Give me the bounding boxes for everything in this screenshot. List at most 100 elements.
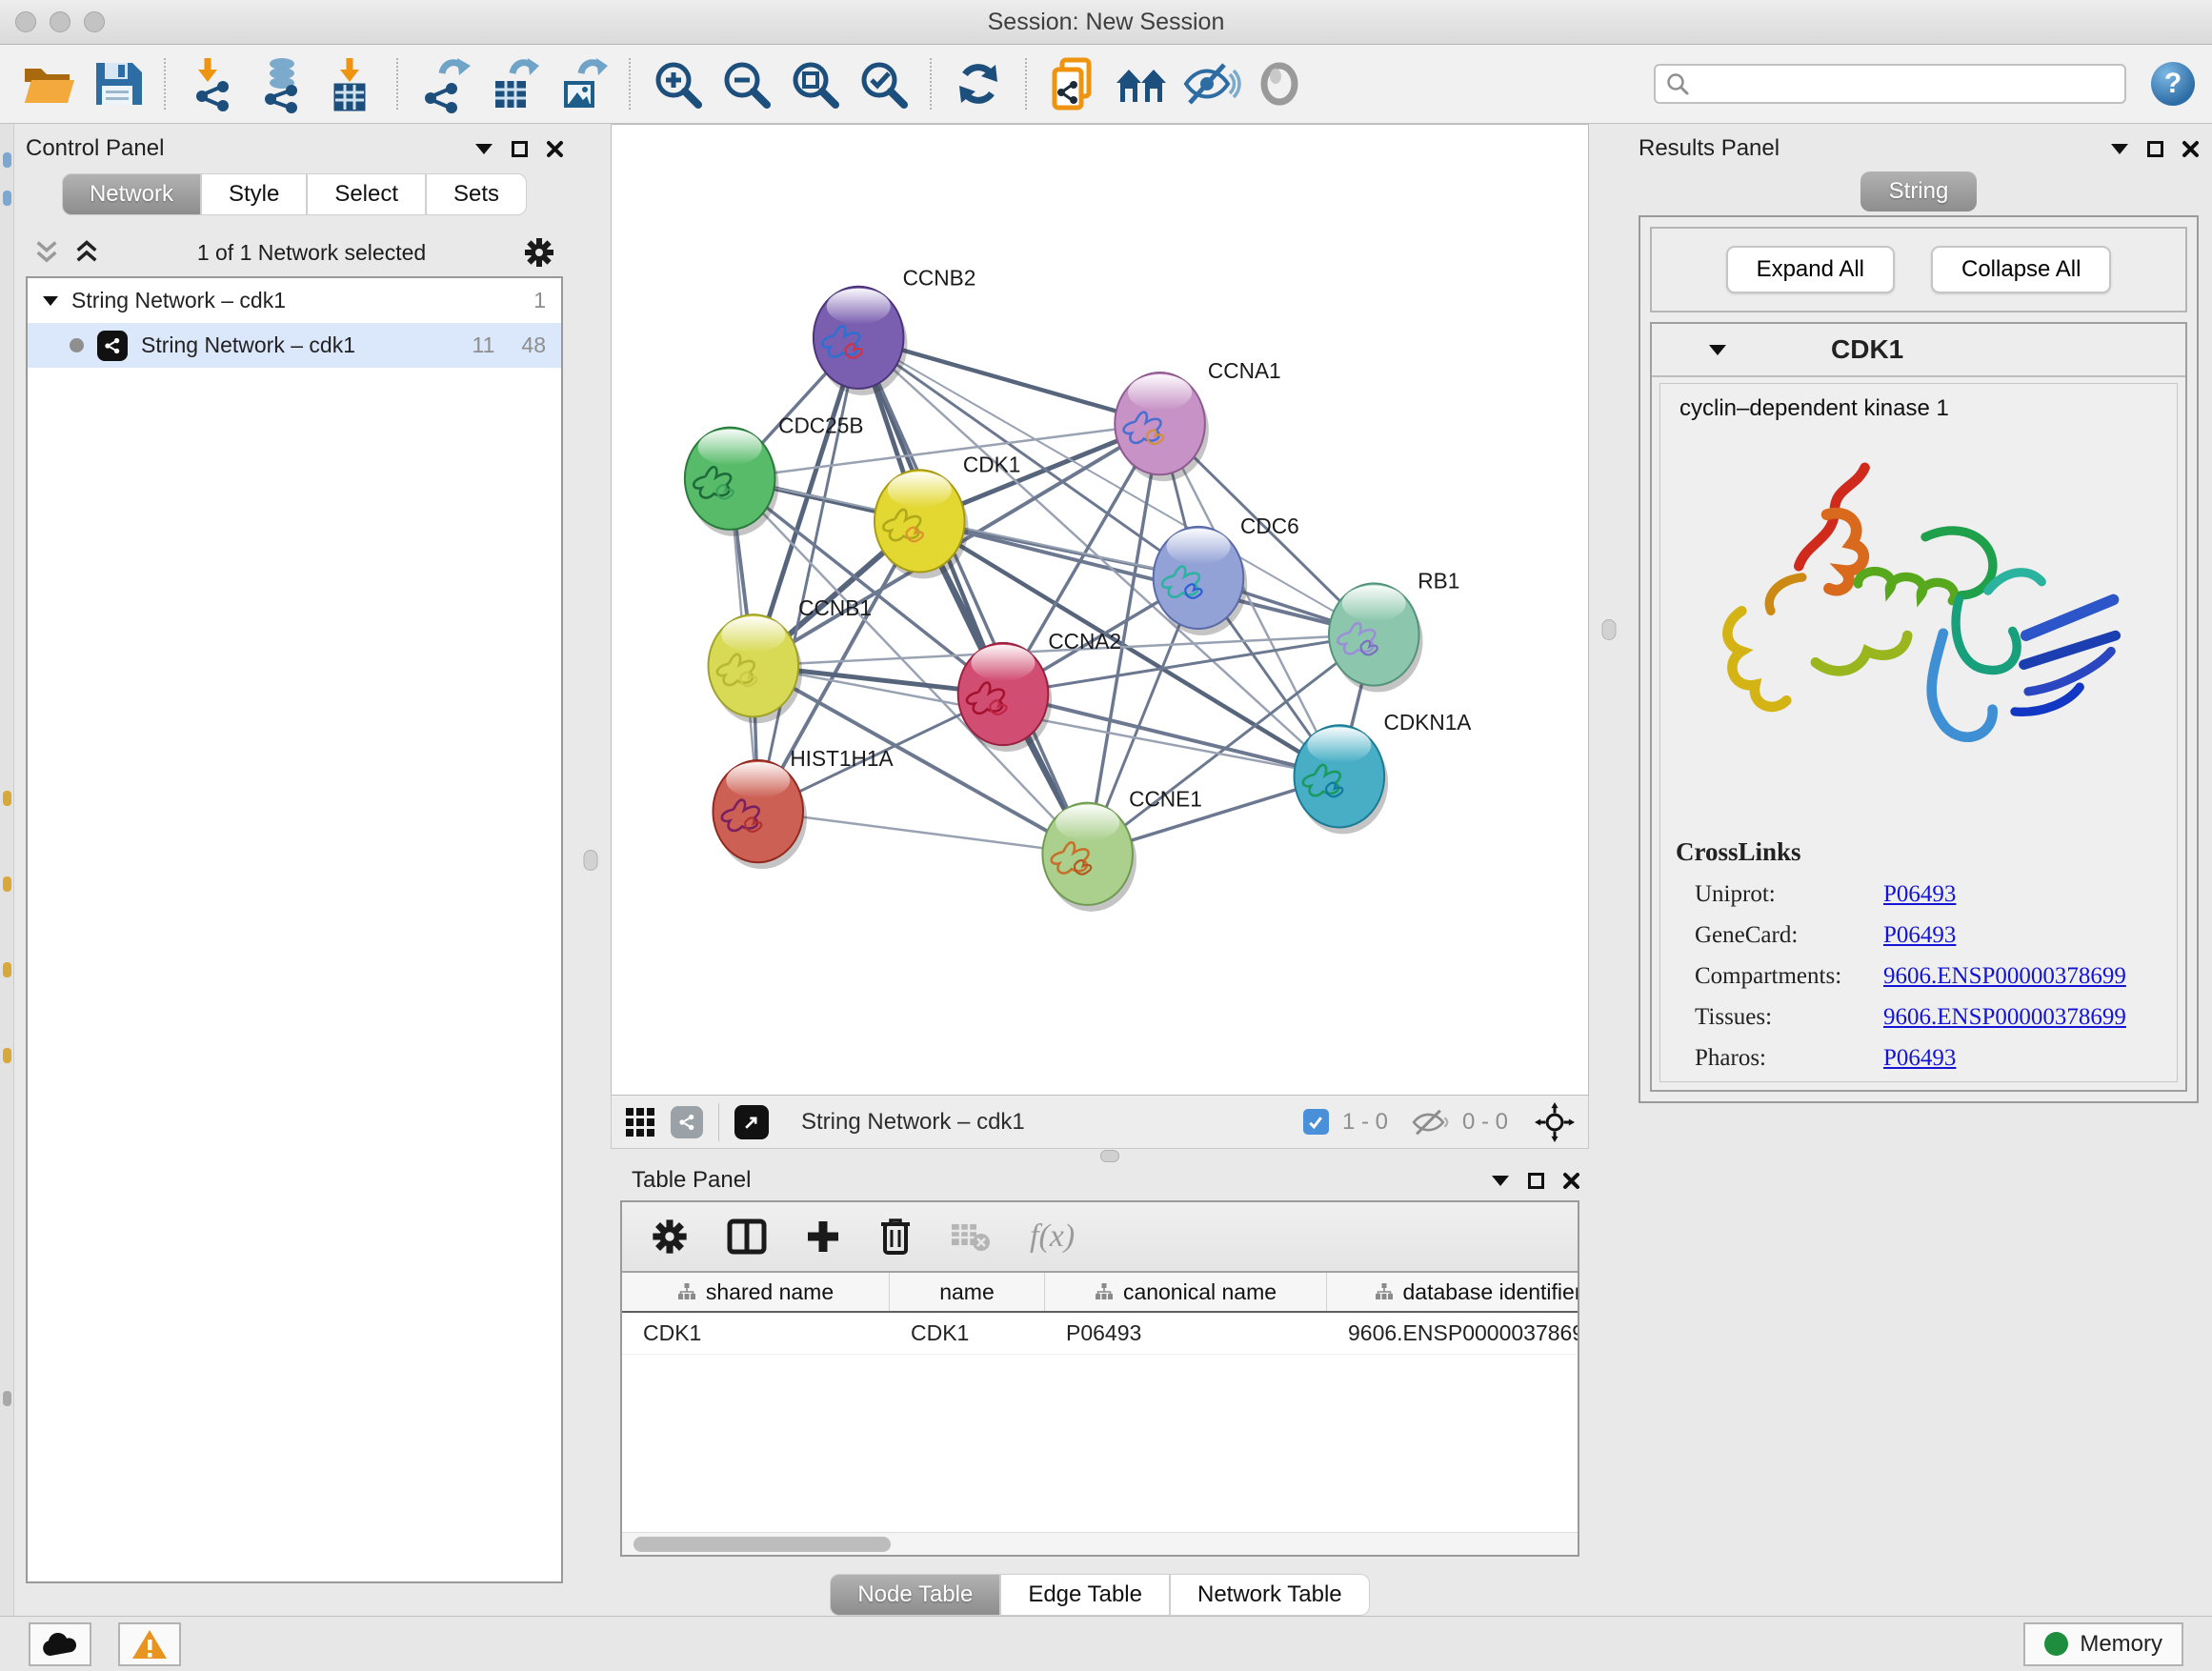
network-row[interactable]: String Network – cdk1 11 48 [28,323,561,368]
refresh-view-button[interactable] [947,52,1010,115]
minimize-window-button[interactable] [50,11,70,32]
table-cell[interactable]: P06493 [1045,1313,1327,1354]
network-edge-CCNB2-CCNE1[interactable] [858,337,1087,854]
table-cell[interactable]: CDK1 [890,1313,1045,1354]
float-panel-icon[interactable] [1528,1173,1544,1189]
table-settings-gear-icon[interactable] [651,1218,689,1256]
close-window-button[interactable] [15,11,36,32]
memory-button[interactable]: Memory [2023,1622,2183,1666]
left-splitter[interactable] [571,124,611,1616]
warnings-button[interactable] [118,1622,181,1666]
crosslink-label: Tissues: [1676,1004,1883,1031]
delete-column-trash-icon[interactable] [879,1217,912,1257]
toolbar-separator [164,58,166,110]
selected-items-checkbox[interactable] [1303,1109,1329,1135]
tab-style[interactable]: Style [201,173,307,215]
crosslink-value-link[interactable]: P06493 [1883,881,1956,908]
network-edge-HIST1H1A-CCNE1[interactable] [758,812,1088,855]
network-node-HIST1H1A[interactable]: HIST1H1A [713,746,894,869]
network-node-CDK1[interactable]: CDK1 [875,452,1020,578]
tab-node-table[interactable]: Node Table [830,1574,1000,1616]
table-row[interactable]: CDK1CDK1P064939606.ENSP00000378699cyclin… [622,1313,1578,1355]
network-node-CCNB1[interactable]: CCNB1 [709,595,872,723]
detach-view-button[interactable] [734,1105,769,1139]
first-neighbors-button[interactable] [1111,52,1174,115]
column-header-shared-name[interactable]: shared name [622,1273,890,1311]
show-all-button[interactable] [1248,52,1311,115]
table-cell[interactable]: 9606.ENSP00000378699 [1327,1313,1578,1354]
table-cell[interactable]: CDK1 [622,1313,890,1354]
network-edge-CDK1-RB1[interactable] [919,521,1374,634]
tab-sets[interactable]: Sets [426,173,527,215]
cloud-status-button[interactable] [29,1622,91,1666]
network-collection-row[interactable]: String Network – cdk1 1 [28,278,561,323]
expand-all-button[interactable]: Expand All [1726,246,1895,293]
zoom-fit-button[interactable] [783,52,846,115]
fit-content-crosshair-icon[interactable] [1535,1102,1575,1142]
tab-network-table[interactable]: Network Table [1170,1574,1370,1616]
network-overview-icon[interactable] [671,1106,703,1138]
tab-edge-table[interactable]: Edge Table [1000,1574,1170,1616]
export-network-button[interactable] [413,52,476,115]
close-panel-icon[interactable] [547,141,563,157]
column-header-canonical-name[interactable]: canonical name [1045,1273,1327,1311]
right-splitter[interactable] [1589,124,1629,1616]
import-network-file-button[interactable] [181,52,244,115]
close-panel-icon[interactable] [1563,1173,1579,1189]
tab-network[interactable]: Network [62,173,201,215]
entry-collapse-icon[interactable] [1709,345,1726,355]
network-node-CCNB2[interactable]: CCNB2 [814,266,975,395]
protein-entry: CDK1 cyclin–dependent kinase 1 [1650,322,2187,1092]
collapse-all-button[interactable]: Collapse All [1931,246,2111,293]
left-splitter-handle[interactable] [584,850,598,871]
zoom-selected-button[interactable] [852,52,915,115]
network-node-CCNA1[interactable]: CCNA1 [1115,358,1280,481]
collapse-panel-icon[interactable] [475,144,493,154]
float-panel-icon[interactable] [2147,141,2163,157]
close-panel-icon[interactable] [2182,141,2199,157]
export-image-button[interactable] [551,52,613,115]
import-network-database-button[interactable] [250,52,312,115]
save-session-button[interactable] [86,52,149,115]
column-header-name[interactable]: name [890,1273,1045,1311]
network-canvas[interactable]: CCNB2CCNA1CDC25BCDK1CDC6RB1CCNB1CCNA2CDK… [612,125,1588,1095]
crosslink-value-link[interactable]: P06493 [1883,922,1956,949]
collapse-all-icon[interactable] [33,240,60,265]
column-header-database-identifier[interactable]: database identifier [1327,1273,1578,1311]
network-node-CDC6[interactable]: CDC6 [1154,513,1299,635]
horizontal-splitter[interactable] [611,1149,1589,1162]
help-button[interactable]: ? [2151,62,2195,106]
tree-expand-icon[interactable] [43,296,58,306]
search-box [1654,64,2126,104]
search-input[interactable] [1698,71,2115,96]
network-options-gear-icon[interactable] [523,236,555,269]
protein-entry-header[interactable]: CDK1 [1652,324,2185,377]
scrollbar-thumb[interactable] [633,1537,891,1552]
import-table-file-button[interactable] [318,52,381,115]
zoom-in-button[interactable] [646,52,709,115]
hide-selected-button[interactable] [1179,52,1242,115]
horizontal-splitter-handle[interactable] [1100,1150,1119,1162]
network-node-CDKN1A[interactable]: CDKN1A [1295,710,1473,834]
show-columns-icon[interactable] [727,1218,767,1255]
crosslink-value-link[interactable]: 9606.ENSP00000378699 [1883,1004,2126,1031]
zoom-out-button[interactable] [714,52,777,115]
add-column-icon[interactable] [805,1218,841,1255]
expand-all-icon[interactable] [73,240,100,265]
collapse-panel-icon[interactable] [2111,144,2128,154]
network-node-RB1[interactable]: RB1 [1329,568,1459,692]
grid-view-icon[interactable] [625,1107,655,1137]
tab-select[interactable]: Select [307,173,426,215]
open-session-button[interactable] [17,52,80,115]
results-tab-string[interactable]: String [1860,171,1978,211]
copy-network-button[interactable] [1042,52,1105,115]
zoom-window-button[interactable] [84,11,105,32]
collapse-panel-icon[interactable] [1492,1176,1509,1186]
crosslink-value-link[interactable]: 9606.ENSP00000378699 [1883,963,2126,990]
crosslink-value-link[interactable]: P06493 [1883,1045,1956,1072]
right-splitter-handle[interactable] [1602,619,1617,640]
export-table-button[interactable] [482,52,545,115]
network-edge-CCNB2-HIST1H1A[interactable] [758,337,858,811]
table-horizontal-scrollbar[interactable] [622,1532,1578,1555]
float-panel-icon[interactable] [512,141,528,157]
